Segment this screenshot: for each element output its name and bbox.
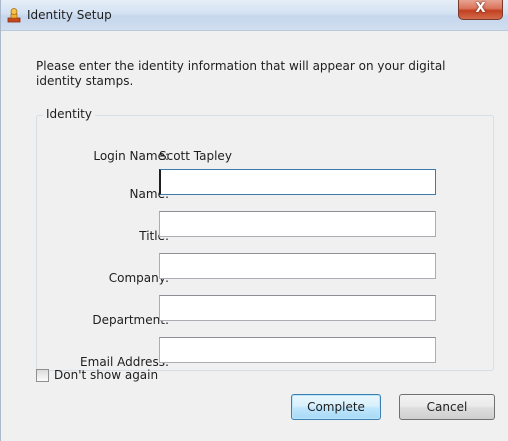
- identity-setup-dialog: Identity Setup X Please enter the identi…: [0, 0, 508, 441]
- title-input[interactable]: [159, 211, 436, 237]
- close-icon: X: [475, 1, 486, 16]
- close-button[interactable]: X: [458, 0, 503, 20]
- company-input[interactable]: [159, 253, 436, 279]
- cancel-button[interactable]: Cancel: [399, 394, 495, 420]
- dont-show-again-label[interactable]: Don't show again: [54, 368, 158, 382]
- title-bar[interactable]: Identity Setup X: [1, 0, 508, 31]
- login-name-label: Login Name:: [93, 149, 169, 163]
- email-address-label: Email Address:: [80, 355, 169, 369]
- dont-show-again-checkbox[interactable]: [36, 369, 49, 382]
- name-input[interactable]: [159, 169, 436, 195]
- complete-button[interactable]: Complete: [291, 394, 381, 420]
- stamp-icon: [7, 8, 21, 23]
- intro-text: Please enter the identity information th…: [36, 59, 446, 88]
- login-name-value: Scott Tapley: [159, 149, 232, 163]
- window-title: Identity Setup: [27, 8, 112, 22]
- identity-group-legend: Identity: [43, 107, 95, 121]
- email-address-input[interactable]: [159, 337, 436, 363]
- department-label: Department:: [92, 313, 169, 327]
- department-input[interactable]: [159, 295, 436, 321]
